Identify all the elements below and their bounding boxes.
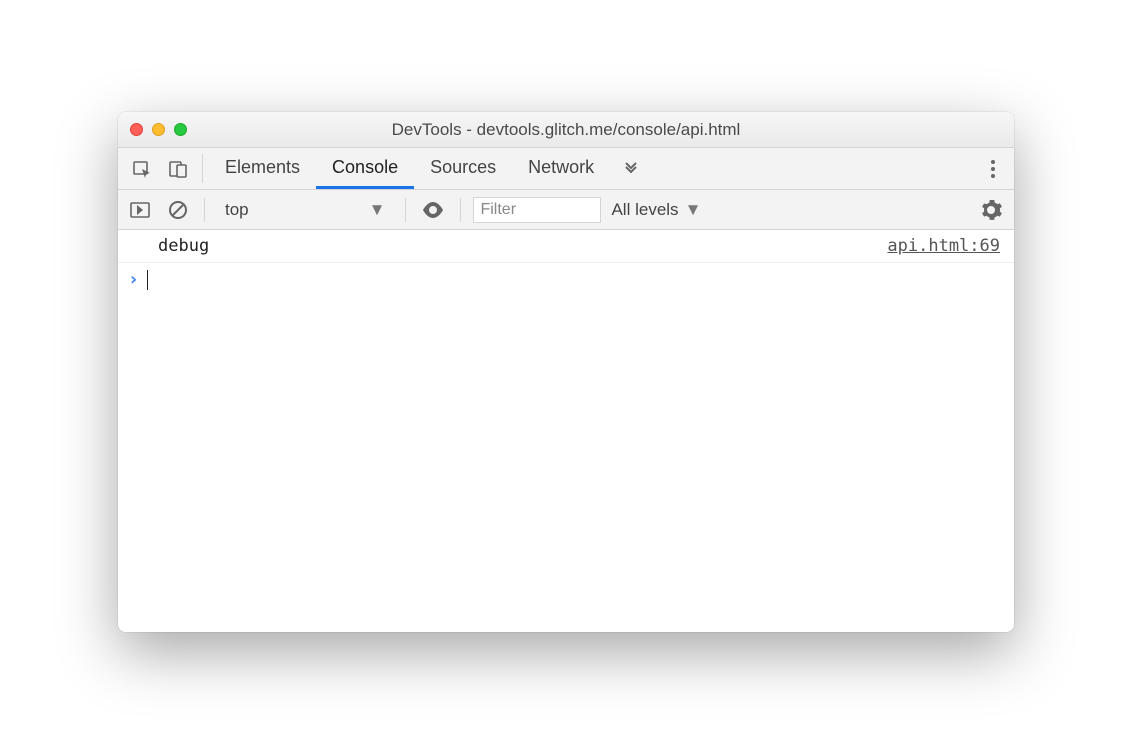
titlebar: DevTools - devtools.glitch.me/console/ap… [118,112,1014,148]
tab-network[interactable]: Network [512,148,610,189]
log-source-link[interactable]: api.html:69 [887,236,1000,256]
kebab-menu-icon[interactable] [978,148,1008,189]
log-message: debug [158,236,209,256]
tab-elements[interactable]: Elements [209,148,316,189]
prompt-chevron-icon: › [128,269,139,290]
device-toolbar-icon[interactable] [160,148,196,189]
tab-sources[interactable]: Sources [414,148,512,189]
settings-gear-icon[interactable] [976,199,1006,221]
sidebar-toggle-icon[interactable] [126,201,154,219]
log-levels-selector[interactable]: All levels ▼ [611,200,701,220]
more-tabs-icon[interactable] [610,148,652,189]
tab-console[interactable]: Console [316,148,414,189]
minimize-button[interactable] [152,123,165,136]
console-output: debug api.html:69 › [118,230,1014,632]
tabbar: Elements Console Sources Network [118,148,1014,190]
separator [202,154,203,183]
text-cursor [147,270,149,290]
console-prompt[interactable]: › [118,263,1014,296]
chevron-down-icon: ▼ [685,200,702,220]
maximize-button[interactable] [174,123,187,136]
devtools-window: DevTools - devtools.glitch.me/console/ap… [118,112,1014,632]
context-label: top [225,200,249,220]
levels-label: All levels [611,200,678,220]
clear-console-icon[interactable] [164,200,192,220]
console-toolbar: top ▼ All levels ▼ [118,190,1014,230]
separator [204,198,205,222]
log-entry: debug api.html:69 [118,230,1014,263]
traffic-lights [130,123,187,136]
window-title: DevTools - devtools.glitch.me/console/ap… [118,120,1014,140]
chevron-down-icon: ▼ [369,200,386,220]
separator [460,198,461,222]
separator [405,198,406,222]
eye-icon[interactable] [418,202,448,218]
inspect-element-icon[interactable] [124,148,160,189]
close-button[interactable] [130,123,143,136]
filter-input[interactable] [473,197,601,223]
context-selector[interactable]: top ▼ [217,196,393,224]
